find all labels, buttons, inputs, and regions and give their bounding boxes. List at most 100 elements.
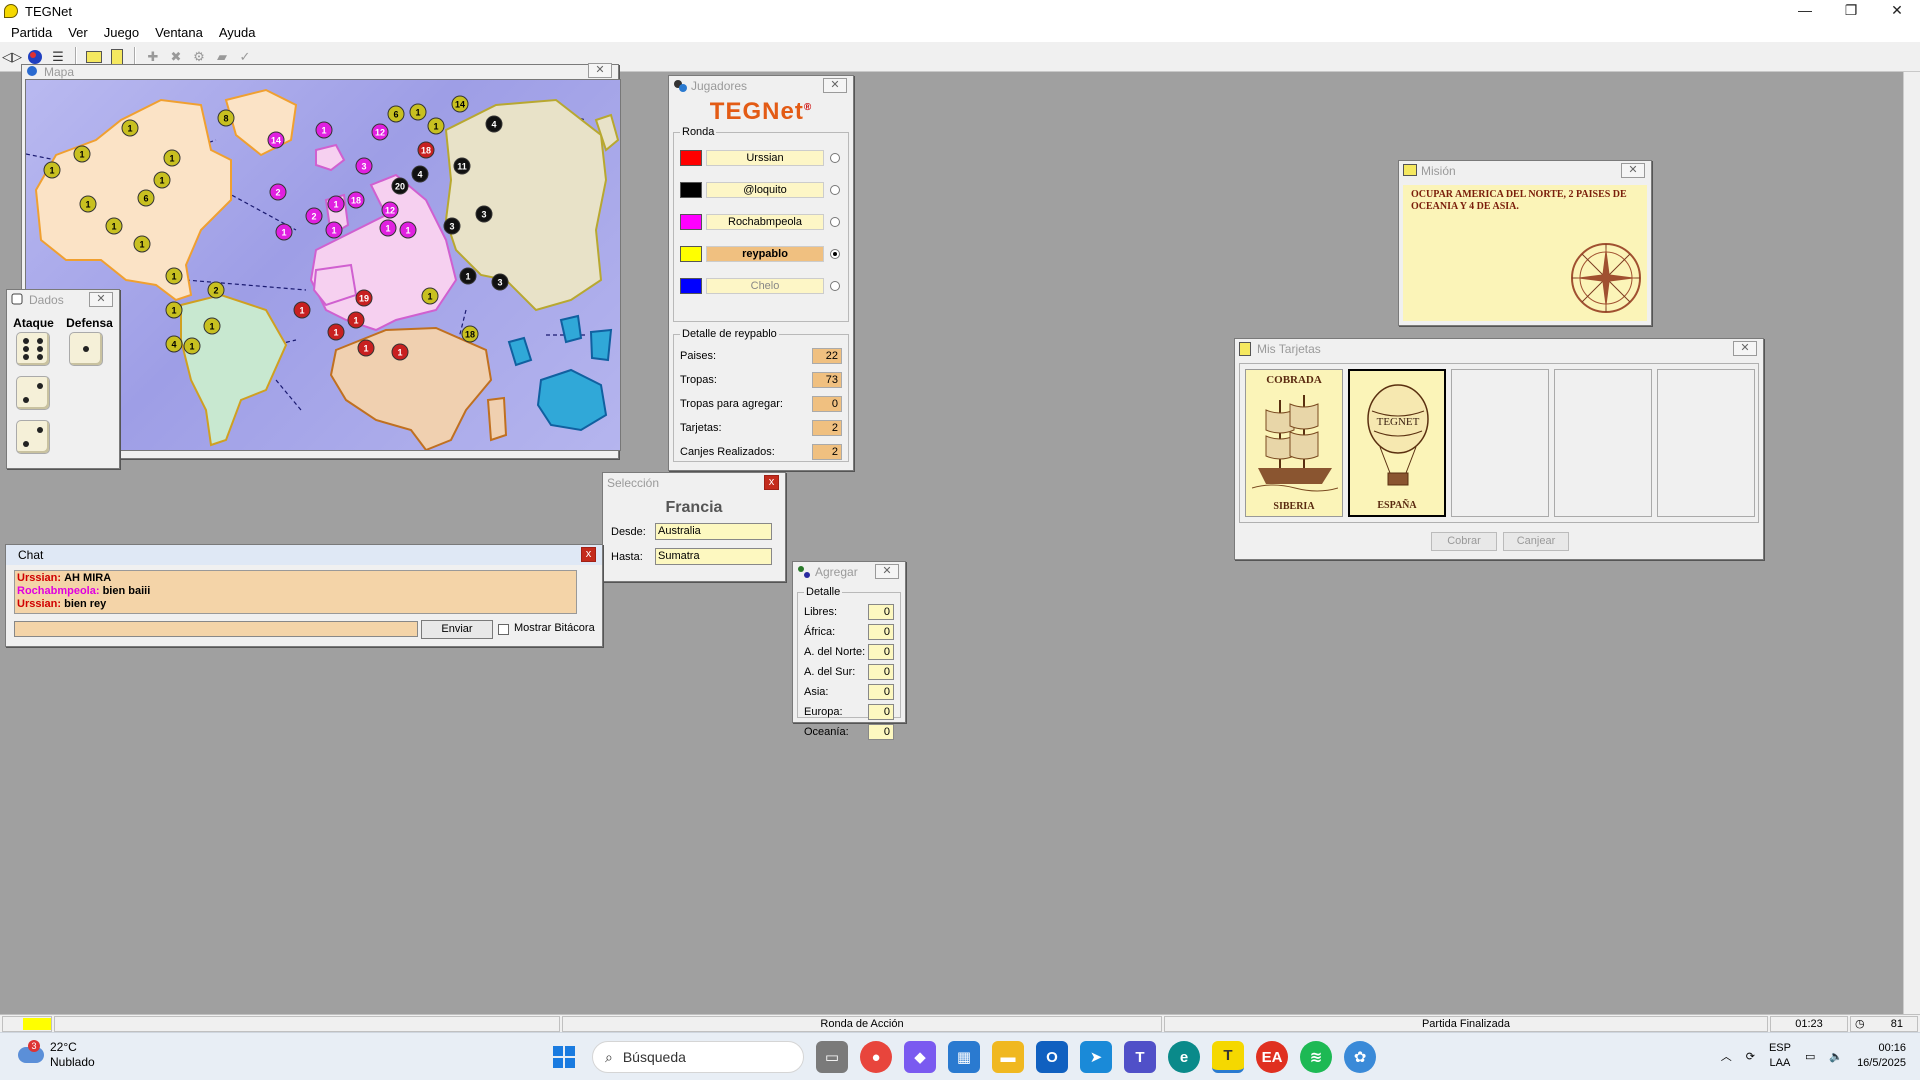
connect-icon[interactable]: ◁▷ [2,47,22,67]
army-marker[interactable]: 14 [451,95,469,113]
australia-territory[interactable] [536,368,608,432]
greenland-territory[interactable] [224,88,298,157]
outlook-icon[interactable]: O [1036,1041,1068,1073]
army-marker[interactable]: 2 [305,207,323,225]
players-window-titlebar[interactable]: Jugadores ✕ [669,76,853,96]
army-marker[interactable]: 4 [485,115,503,133]
player-row[interactable]: @loquito [680,174,842,206]
player-row[interactable]: Chelo [680,270,842,302]
army-marker[interactable]: 8 [217,109,235,127]
army-marker[interactable]: 18 [347,191,365,209]
army-marker[interactable]: 1 [165,267,183,285]
army-marker[interactable]: 18 [461,325,479,343]
to-field[interactable]: Sumatra [655,548,772,565]
army-marker[interactable]: 1 [327,195,345,213]
map-window-titlebar[interactable]: Mapa ✕ [22,63,618,79]
chat-input[interactable] [14,621,418,637]
card-espana[interactable]: TEGNET ESPAÑA [1348,369,1446,517]
sumatra-territory[interactable] [507,336,533,367]
army-marker[interactable]: 2 [269,183,287,201]
chevron-up-icon[interactable]: ︿ [1721,1048,1732,1064]
army-marker[interactable]: 1 [183,337,201,355]
army-marker[interactable]: 1 [459,267,477,285]
menu-ayuda[interactable]: Ayuda [211,25,264,40]
start-icon[interactable] [548,1041,580,1073]
menu-ver[interactable]: Ver [60,25,96,40]
army-marker[interactable]: 1 [315,121,333,139]
army-marker[interactable]: 12 [381,201,399,219]
game-app-icon[interactable]: ✿ [1344,1041,1376,1073]
army-marker[interactable]: 1 [133,235,151,253]
ea-icon[interactable]: EA [1256,1041,1288,1073]
menu-ventana[interactable]: Ventana [147,25,211,40]
army-marker[interactable]: 20 [391,177,409,195]
army-marker[interactable]: 1 [165,301,183,319]
army-marker[interactable]: 6 [387,105,405,123]
store-icon[interactable]: ▦ [948,1041,980,1073]
mission-window-titlebar[interactable]: Misión ✕ [1399,161,1651,181]
army-marker[interactable]: 4 [165,335,183,353]
tegnet-taskbar-icon[interactable]: T [1212,1041,1244,1073]
sync-icon[interactable]: ⟳ [1746,1050,1755,1063]
army-marker[interactable]: 11 [453,157,471,175]
spotify-icon[interactable]: ≋ [1300,1041,1332,1073]
dice-window-titlebar[interactable]: Dados ✕ [7,290,119,310]
chat-window-titlebar[interactable]: Chat x [6,545,602,565]
army-marker[interactable]: 1 [409,103,427,121]
madagascar-territory[interactable] [486,396,508,442]
army-marker[interactable]: 1 [327,323,345,341]
army-marker[interactable]: 14 [267,131,285,149]
players-window-close-button[interactable]: ✕ [823,78,847,93]
close-button[interactable]: ✕ [1874,0,1920,22]
africa-territory[interactable] [329,326,493,450]
army-marker[interactable]: 3 [355,157,373,175]
exchange-button[interactable]: Canjear [1503,532,1569,551]
army-marker[interactable]: 3 [475,205,493,223]
army-marker[interactable]: 1 [379,219,397,237]
language-indicator[interactable]: ESP LAA [1769,1041,1791,1071]
army-marker[interactable]: 2 [207,281,225,299]
army-marker[interactable]: 1 [121,119,139,137]
army-marker[interactable]: 1 [325,221,343,239]
cards-window-close-button[interactable]: ✕ [1733,341,1757,356]
java-territory[interactable] [589,328,613,362]
iceland-territory[interactable] [315,143,346,172]
army-marker[interactable]: 1 [293,301,311,319]
from-field[interactable]: Australia [655,523,772,540]
army-marker[interactable]: 1 [153,171,171,189]
volume-icon[interactable]: 🔈 [1829,1050,1843,1063]
edge-icon[interactable]: e [1168,1041,1200,1073]
menu-partida[interactable]: Partida [3,25,60,40]
dice-window-close-button[interactable]: ✕ [89,292,113,307]
task-view-icon[interactable]: ▭ [816,1041,848,1073]
army-marker[interactable]: 12 [371,123,389,141]
weather-widget[interactable]: 3 22°C Nublado [18,1040,95,1070]
minimize-button[interactable]: — [1782,0,1828,22]
taskbar-search[interactable]: ⌕ Búsqueda [592,1041,804,1073]
army-marker[interactable]: 18 [417,141,435,159]
army-marker[interactable]: 1 [203,317,221,335]
player-row[interactable]: Urssian [680,142,842,174]
army-marker[interactable]: 3 [443,217,461,235]
show-log-checkbox[interactable] [498,624,509,635]
cards-window-titlebar[interactable]: Mis Tarjetas ✕ [1235,339,1763,359]
player-row[interactable]: reypablo [680,238,842,270]
teams-icon[interactable]: T [1124,1041,1156,1073]
army-marker[interactable]: 1 [105,217,123,235]
army-marker[interactable]: 4 [411,165,429,183]
army-marker[interactable]: 1 [347,311,365,329]
army-marker[interactable]: 1 [73,145,91,163]
chat-window-close-button[interactable]: x [581,547,596,562]
chrome-icon[interactable]: ● [860,1041,892,1073]
army-marker[interactable]: 1 [79,195,97,213]
selection-window-titlebar[interactable]: Selección x [603,473,785,493]
player-row[interactable]: Rochabmpeola [680,206,842,238]
chat-log[interactable]: Urssian: AH MIRA Rochabmpeola: bien baii… [14,570,577,614]
card-siberia[interactable]: COBRADA SIBERIA [1245,369,1343,517]
add-window-close-button[interactable]: ✕ [875,564,899,579]
collect-button[interactable]: Cobrar [1431,532,1497,551]
add-window-titlebar[interactable]: Agregar ✕ [793,562,905,582]
to-do-icon[interactable]: ➤ [1080,1041,1112,1073]
mission-window-close-button[interactable]: ✕ [1621,163,1645,178]
army-marker[interactable]: 1 [427,117,445,135]
